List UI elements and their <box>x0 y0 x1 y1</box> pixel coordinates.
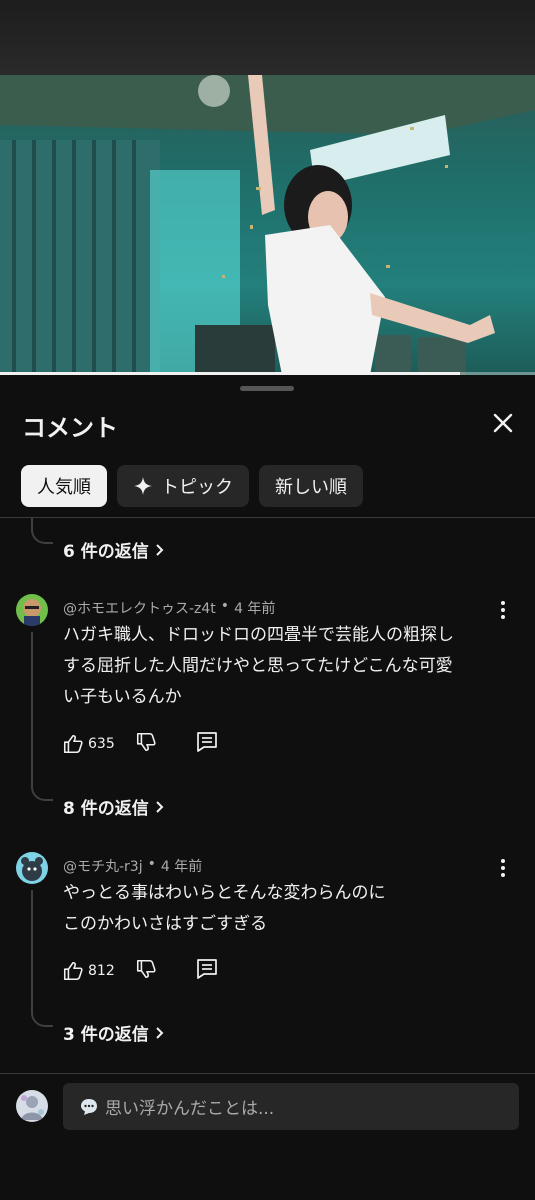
reply-comment-icon <box>196 732 217 752</box>
view-replies-button[interactable]: 3 件の返信 <box>63 1020 165 1045</box>
chevron-right-icon <box>156 800 164 813</box>
chip-newest[interactable]: 新しい順 <box>259 465 363 507</box>
speech-bubble-icon <box>81 1098 97 1115</box>
comment-meta: @モチ丸-r3j • 4 年前 <box>63 856 202 876</box>
replies-label: 8 件の返信 <box>63 799 149 819</box>
replies-label: 6 件の返信 <box>63 542 149 562</box>
thread-line <box>31 890 33 1010</box>
user-avatar-image <box>16 594 48 626</box>
my-avatar-image <box>16 1090 48 1122</box>
chevron-right-icon <box>156 543 164 556</box>
video-progress-fill <box>0 372 461 375</box>
thread-line <box>31 632 33 784</box>
comment-actions: 635 <box>62 731 219 757</box>
my-avatar[interactable] <box>16 1090 48 1122</box>
comment-author[interactable]: @ホモエレクトゥス-z4t <box>63 598 216 618</box>
comment-time: 4 年前 <box>160 859 203 875</box>
view-replies-button[interactable]: 8 件の返信 <box>63 794 165 819</box>
comment-line: する屈折した人間だけやと思ってたけどこんな可愛 <box>63 656 453 676</box>
chip-topics-label: トピック <box>161 477 233 498</box>
comment-text: ハガキ職人、ドロッドロの四畳半で芸能人の粗探し する屈折した人間だけやと思ってた… <box>63 620 503 713</box>
comment-author[interactable]: @モチ丸-r3j <box>63 856 143 876</box>
view-replies-button[interactable]: 6 件の返信 <box>63 537 165 562</box>
meta-separator: • <box>147 856 156 872</box>
user-avatar-image <box>16 852 48 884</box>
comment-text: やっとる事はわいらとそんな変わらんのに このかわいさはすごすぎる <box>63 878 503 940</box>
like-count: 812 <box>88 963 115 979</box>
sort-chips: 人気順 トピック 新しい順 <box>21 465 363 507</box>
thread-curve <box>31 1009 53 1027</box>
header-divider <box>0 517 535 518</box>
comment-meta: @ホモエレクトゥス-z4t • 4 年前 <box>63 598 275 618</box>
sparkle-icon <box>134 477 152 495</box>
comments-title: コメント <box>22 414 118 442</box>
thread-curve <box>31 526 53 544</box>
chip-newest-label: 新しい順 <box>275 477 347 498</box>
avatar[interactable] <box>16 594 48 626</box>
like-count: 635 <box>88 736 115 752</box>
chip-topics[interactable]: トピック <box>117 465 249 507</box>
thread-curve <box>31 783 53 801</box>
comment-input-placeholder: 思い浮かんだことは... <box>105 1099 275 1119</box>
like-button[interactable]: 635 <box>62 733 115 755</box>
comment-line: このかわいさはすごすぎる <box>63 914 268 934</box>
thumbs-down-icon <box>136 959 156 979</box>
chevron-right-icon <box>156 1026 164 1039</box>
comment-line: ハガキ職人、ドロッドロの四畳半で芸能人の粗探し <box>63 625 454 645</box>
comment-line: い子もいるんか <box>63 687 182 707</box>
more-vert-icon <box>501 859 505 877</box>
dislike-button[interactable] <box>135 958 157 984</box>
chip-popular-label: 人気順 <box>37 477 91 498</box>
chip-popular[interactable]: 人気順 <box>21 465 107 507</box>
comment-menu-button[interactable] <box>492 856 514 880</box>
thumbs-up-icon <box>63 734 83 754</box>
like-button[interactable]: 812 <box>62 960 115 982</box>
video-player[interactable] <box>0 75 535 375</box>
reply-button[interactable] <box>195 958 219 984</box>
dislike-button[interactable] <box>135 731 157 757</box>
reply-comment-icon <box>196 959 217 979</box>
close-icon <box>493 413 513 433</box>
close-button[interactable] <box>486 406 520 440</box>
thumbs-down-icon <box>136 732 156 752</box>
reply-button[interactable] <box>195 731 219 757</box>
meta-separator: • <box>220 598 230 614</box>
comment-time: 4 年前 <box>234 601 276 617</box>
comment-input-bar: 思い浮かんだことは... <box>0 1074 535 1200</box>
drag-handle[interactable] <box>240 386 294 391</box>
more-vert-icon <box>501 601 505 619</box>
video-progress-bar[interactable] <box>0 372 535 375</box>
video-frame <box>0 75 535 375</box>
avatar[interactable] <box>16 852 48 884</box>
thumbs-up-icon <box>63 961 83 981</box>
replies-label: 3 件の返信 <box>63 1025 149 1045</box>
comment-actions: 812 <box>62 958 219 984</box>
comment-line: やっとる事はわいらとそんな変わらんのに <box>63 883 386 903</box>
status-bar <box>0 0 535 75</box>
comment-menu-button[interactable] <box>492 598 514 622</box>
comment-input[interactable]: 思い浮かんだことは... <box>63 1083 519 1130</box>
